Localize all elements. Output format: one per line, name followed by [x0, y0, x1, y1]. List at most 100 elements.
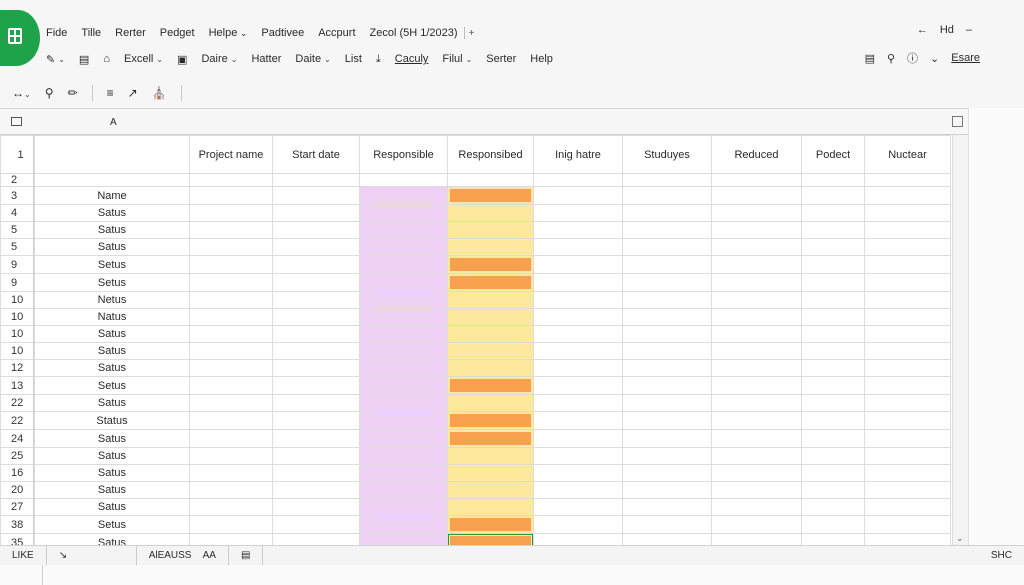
- cell[interactable]: [864, 255, 951, 274]
- row-label-cell[interactable]: Satus: [34, 204, 190, 222]
- cell[interactable]: [447, 204, 534, 222]
- cell[interactable]: [359, 429, 448, 448]
- window-label[interactable]: Hd: [940, 24, 954, 36]
- cell[interactable]: [864, 481, 951, 499]
- menu-item-pedget[interactable]: Pedget: [160, 27, 195, 39]
- cell[interactable]: [801, 325, 865, 343]
- cell[interactable]: [801, 273, 865, 292]
- cell[interactable]: [711, 273, 802, 292]
- cell[interactable]: [711, 186, 802, 205]
- cell[interactable]: [359, 394, 448, 412]
- cell[interactable]: [447, 173, 534, 187]
- row-label-cell[interactable]: Satus: [34, 481, 190, 499]
- row-label-cell[interactable]: Natus: [34, 308, 190, 326]
- paste-button[interactable]: ▤: [79, 53, 89, 66]
- cell[interactable]: [864, 291, 951, 309]
- cell[interactable]: [189, 376, 273, 395]
- cell[interactable]: [272, 411, 360, 430]
- cell[interactable]: [359, 342, 448, 360]
- minimize-icon[interactable]: –: [966, 24, 972, 36]
- cell[interactable]: [359, 291, 448, 309]
- cell[interactable]: [622, 291, 712, 309]
- cell[interactable]: [447, 394, 534, 412]
- cell[interactable]: [801, 447, 865, 465]
- cell[interactable]: [533, 221, 623, 239]
- cell[interactable]: [189, 325, 273, 343]
- row-label-cell[interactable]: Satus: [34, 394, 190, 412]
- cell[interactable]: [359, 255, 448, 274]
- cell[interactable]: [533, 376, 623, 395]
- cell[interactable]: [801, 238, 865, 256]
- cell[interactable]: [622, 515, 712, 534]
- cell[interactable]: [801, 411, 865, 430]
- cell[interactable]: [189, 273, 273, 292]
- cell[interactable]: [447, 325, 534, 343]
- cell[interactable]: [447, 238, 534, 256]
- back-arrow-icon[interactable]: ←: [917, 24, 928, 36]
- cell[interactable]: [622, 533, 712, 545]
- cell[interactable]: [533, 481, 623, 499]
- column-a-header[interactable]: A: [110, 117, 117, 128]
- cell[interactable]: [34, 135, 190, 174]
- cell[interactable]: [447, 447, 534, 465]
- cell[interactable]: [711, 411, 802, 430]
- cell[interactable]: [801, 394, 865, 412]
- cell[interactable]: [272, 481, 360, 499]
- cell[interactable]: [189, 481, 273, 499]
- menu-item-rerter[interactable]: Rerter: [115, 27, 146, 39]
- row-label-cell[interactable]: Setus: [34, 273, 190, 292]
- daire-dropdown[interactable]: Daire ⌄: [201, 53, 237, 65]
- cell[interactable]: [711, 481, 802, 499]
- row-label-cell[interactable]: Setus: [34, 376, 190, 395]
- cell[interactable]: [272, 376, 360, 395]
- cell[interactable]: [801, 464, 865, 482]
- row-number[interactable]: 27: [0, 498, 35, 516]
- cell[interactable]: [864, 221, 951, 239]
- select-all-icon[interactable]: [11, 117, 22, 126]
- row-number[interactable]: 1: [0, 135, 35, 174]
- cell[interactable]: [622, 376, 712, 395]
- cell[interactable]: [272, 498, 360, 516]
- cell[interactable]: [622, 394, 712, 412]
- header-podect[interactable]: Podect: [801, 135, 865, 174]
- cell[interactable]: [189, 411, 273, 430]
- row-label-cell[interactable]: Satus: [34, 464, 190, 482]
- cell[interactable]: [359, 533, 448, 545]
- chevron-down-icon[interactable]: ⌄: [930, 52, 939, 65]
- cell[interactable]: [272, 255, 360, 274]
- cell[interactable]: [359, 515, 448, 534]
- cell[interactable]: [447, 255, 534, 274]
- cell[interactable]: [864, 533, 951, 545]
- bank-icon[interactable]: ⛪: [152, 86, 167, 100]
- cell[interactable]: [711, 308, 802, 326]
- cell[interactable]: [272, 515, 360, 534]
- cell[interactable]: [359, 308, 448, 326]
- cell[interactable]: [711, 394, 802, 412]
- cell[interactable]: [533, 533, 623, 545]
- cell[interactable]: [447, 359, 534, 377]
- menu-item-accpurt[interactable]: Accpurt: [318, 27, 355, 39]
- cell[interactable]: [801, 376, 865, 395]
- cell[interactable]: [533, 429, 623, 448]
- cell[interactable]: [533, 342, 623, 360]
- cell[interactable]: [359, 173, 448, 187]
- filul-dropdown[interactable]: Filul ⌄: [442, 53, 472, 65]
- row-label-cell[interactable]: Satus: [34, 359, 190, 377]
- cell[interactable]: [272, 533, 360, 545]
- cell[interactable]: [801, 291, 865, 309]
- header-responsible[interactable]: Responsible: [359, 135, 448, 174]
- row-label-cell[interactable]: Satus: [34, 325, 190, 343]
- cell[interactable]: [359, 411, 448, 430]
- cell[interactable]: [801, 481, 865, 499]
- header-start-date[interactable]: Start date: [272, 135, 360, 174]
- cell[interactable]: [359, 273, 448, 292]
- cell[interactable]: [359, 447, 448, 465]
- cell[interactable]: [447, 515, 534, 534]
- cell[interactable]: [864, 394, 951, 412]
- cell[interactable]: [622, 255, 712, 274]
- cell[interactable]: [801, 533, 865, 545]
- row-label-cell[interactable]: Satus: [34, 221, 190, 239]
- document-title[interactable]: Zecol (5H 1/2023): [370, 27, 465, 39]
- cell[interactable]: [622, 359, 712, 377]
- row-number[interactable]: 13: [0, 376, 35, 395]
